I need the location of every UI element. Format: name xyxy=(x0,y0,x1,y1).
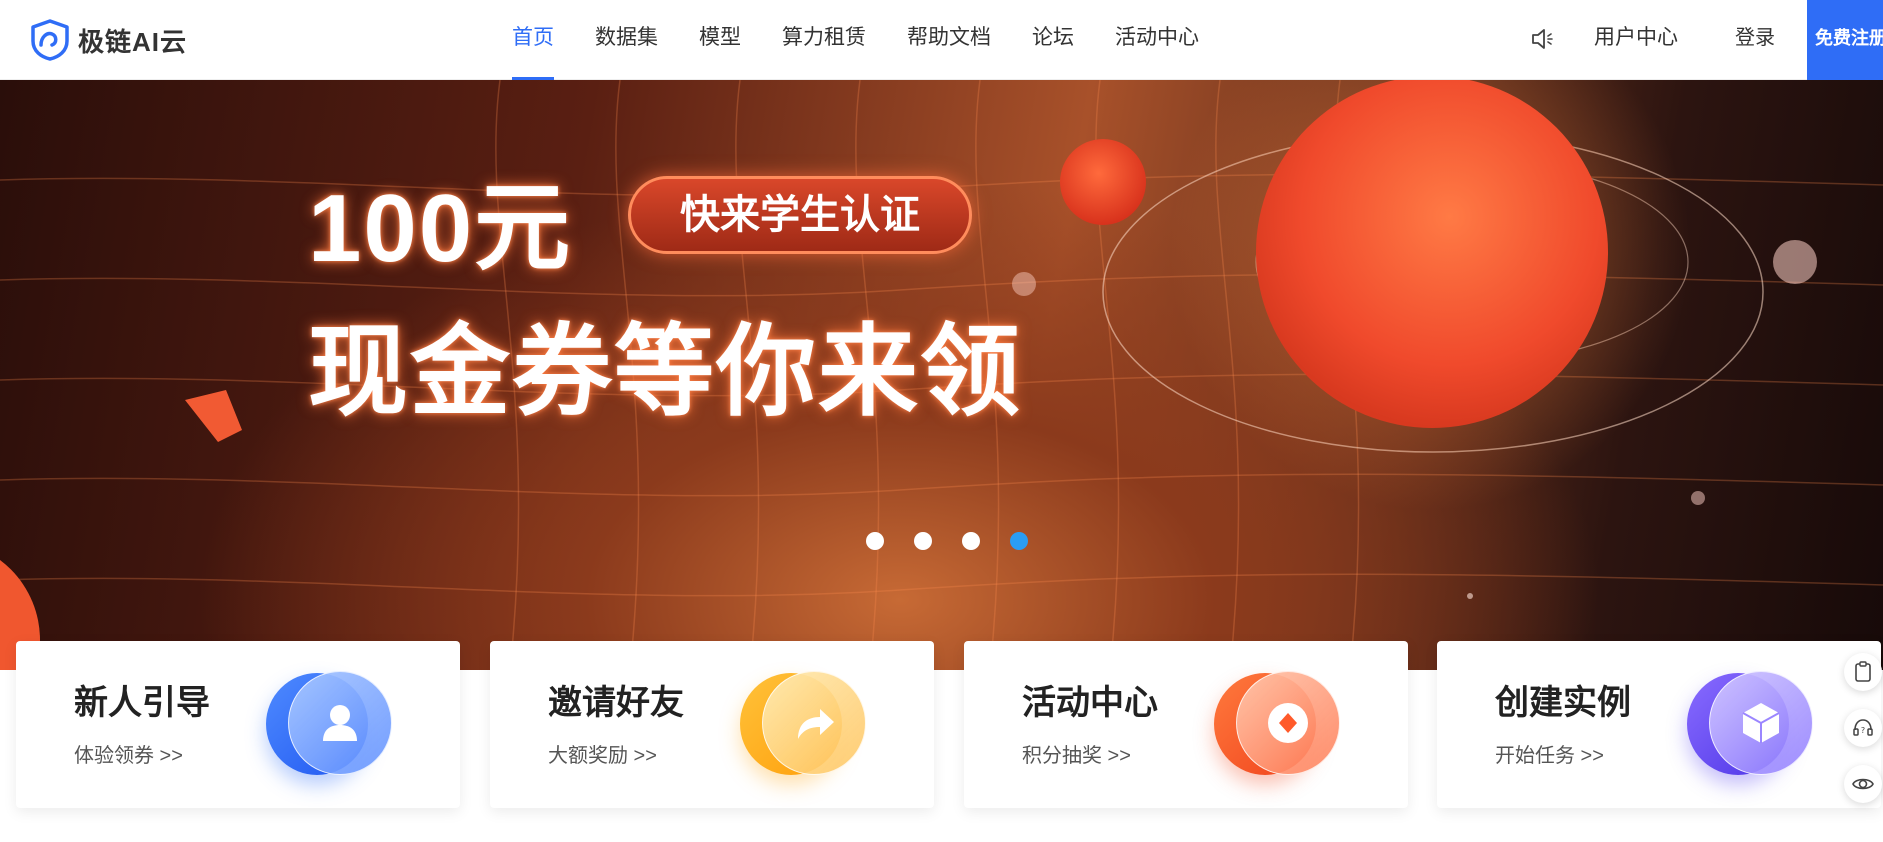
eye-icon[interactable] xyxy=(1844,765,1882,803)
share-arrow-icon xyxy=(740,671,870,777)
nav-models[interactable]: 模型 xyxy=(699,0,741,80)
logo-text: 极链AI云 xyxy=(78,26,188,57)
logo[interactable]: 极链AI云 xyxy=(30,18,187,62)
main-nav: 首页 数据集 模型 算力租赁 帮助文档 论坛 活动中心 xyxy=(512,0,1240,80)
card-create-instance[interactable]: 创建实例 开始任务 >> xyxy=(1437,641,1881,808)
card-invite-friends[interactable]: 邀请好友 大额奖励 >> xyxy=(490,641,934,808)
diamond-coin-icon xyxy=(1214,671,1344,777)
nav-home[interactable]: 首页 xyxy=(512,0,554,80)
card-title: 邀请好友 xyxy=(548,684,684,722)
banner-headline-amount: 100元 xyxy=(308,175,573,282)
carousel-indicators xyxy=(866,532,1058,550)
nav-datasets[interactable]: 数据集 xyxy=(595,0,658,80)
card-subtitle-link[interactable]: 开始任务 >> xyxy=(1495,739,1604,768)
carousel-dot-active[interactable] xyxy=(1010,532,1028,550)
user-icon xyxy=(266,671,396,777)
nav-forum[interactable]: 论坛 xyxy=(1032,0,1074,80)
clipboard-icon[interactable] xyxy=(1844,653,1882,691)
banner-headline-coupon: 现金券等你来领 xyxy=(308,316,1022,428)
cube-icon xyxy=(1687,671,1817,777)
speaker-icon[interactable] xyxy=(1530,26,1554,52)
card-activity-center[interactable]: 活动中心 积分抽奖 >> xyxy=(964,641,1408,808)
card-title: 活动中心 xyxy=(1022,684,1158,722)
card-subtitle-link[interactable]: 积分抽奖 >> xyxy=(1022,739,1131,768)
card-subtitle-link[interactable]: 大额奖励 >> xyxy=(548,739,657,768)
carousel-dot[interactable] xyxy=(914,532,932,550)
login-link[interactable]: 登录 xyxy=(1735,0,1775,80)
user-center-link[interactable]: 用户中心 xyxy=(1594,0,1678,80)
register-button[interactable]: 免费注册 xyxy=(1807,0,1883,80)
carousel-dot[interactable] xyxy=(962,532,980,550)
card-title: 创建实例 xyxy=(1495,684,1631,722)
card-newcomer-guide[interactable]: 新人引导 体验领券 >> xyxy=(16,641,460,808)
student-verify-pill[interactable]: 快来学生认证 xyxy=(628,176,972,254)
nav-help-docs[interactable]: 帮助文档 xyxy=(907,0,991,80)
card-subtitle-link[interactable]: 体验领券 >> xyxy=(74,739,183,768)
top-header: 极链AI云 首页 数据集 模型 算力租赁 帮助文档 论坛 活动中心 用户中心 登… xyxy=(0,0,1883,80)
nav-activity-center[interactable]: 活动中心 xyxy=(1115,0,1199,80)
shield-logo-icon xyxy=(31,19,69,61)
carousel-dot[interactable] xyxy=(866,532,884,550)
headset-help-icon[interactable]: ? xyxy=(1844,709,1882,747)
card-title: 新人引导 xyxy=(74,684,210,722)
nav-compute-rental[interactable]: 算力租赁 xyxy=(782,0,866,80)
hero-banner[interactable]: 100元 快来学生认证 现金券等你来领 xyxy=(0,80,1883,670)
svg-text:?: ? xyxy=(1861,726,1865,735)
